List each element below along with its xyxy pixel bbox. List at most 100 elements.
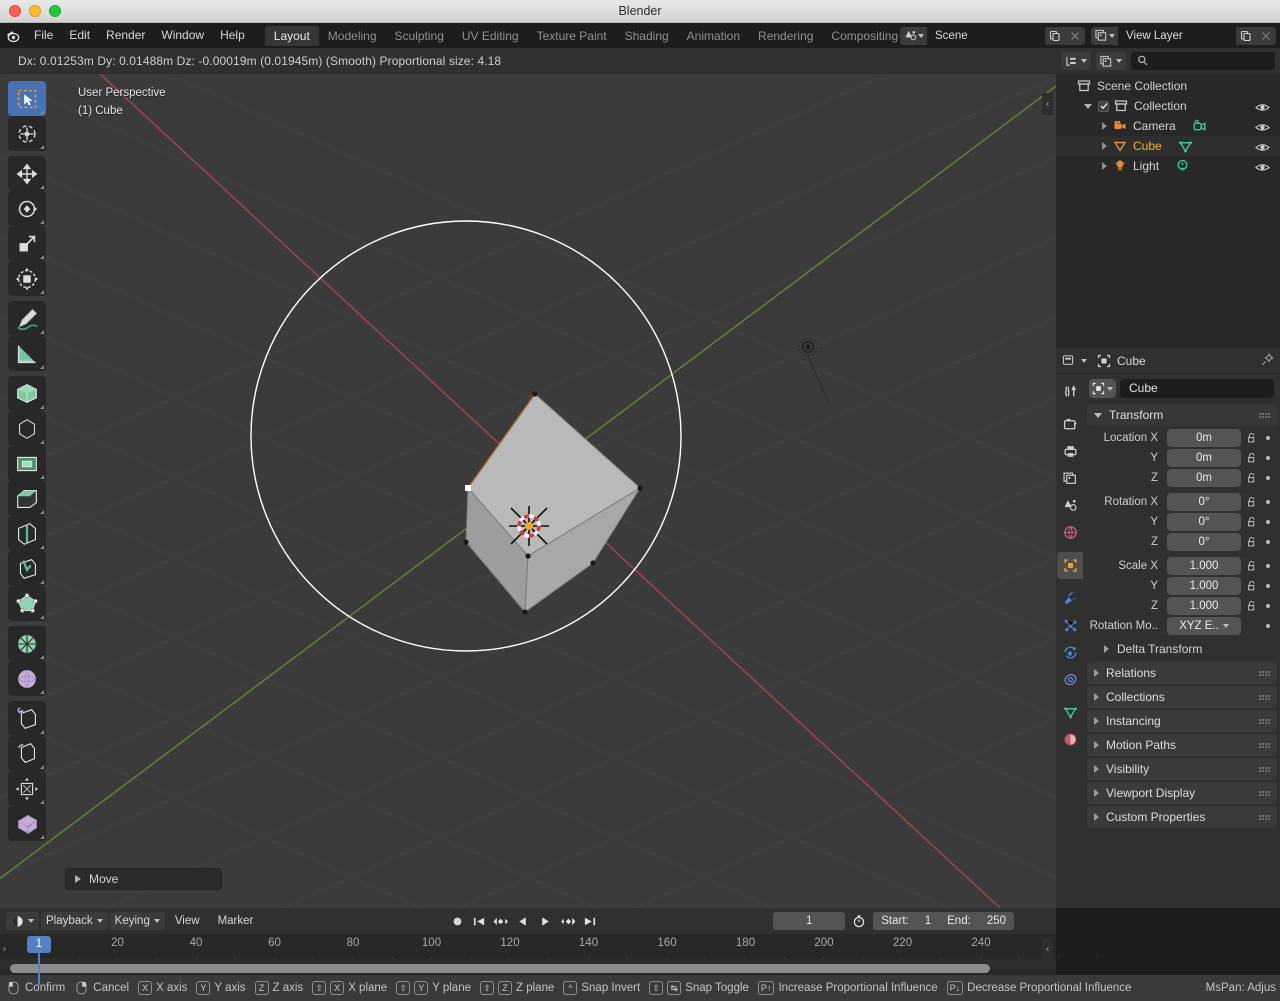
timeline-marker-menu[interactable]: Marker (210, 911, 262, 931)
outliner-data-icon[interactable] (1175, 159, 1190, 174)
menu-window[interactable]: Window (153, 23, 212, 48)
transform-field-value[interactable]: 0m (1167, 468, 1241, 487)
animate-property-dot[interactable] (1262, 539, 1274, 544)
animate-property-dot[interactable] (1262, 603, 1274, 608)
rip-region-tool[interactable] (8, 806, 46, 841)
workspace-tab-texture-paint[interactable]: Texture Paint (528, 26, 616, 46)
poly-build-tool[interactable] (8, 586, 46, 621)
smooth-tool[interactable] (8, 661, 46, 696)
animate-property-dot[interactable] (1262, 519, 1274, 524)
menu-edit[interactable]: Edit (61, 23, 98, 48)
annotate-tool[interactable] (8, 301, 46, 336)
collection-visibility-checkbox[interactable] (1098, 100, 1109, 112)
knife-tool[interactable] (8, 551, 46, 586)
new-view-layer-button[interactable] (1236, 26, 1256, 45)
jump-to-next-keyframe-button[interactable] (556, 912, 578, 930)
end-frame-value[interactable]: 250 (979, 912, 1014, 930)
lock-property-toggle[interactable] (1245, 580, 1258, 592)
inset-faces-tool[interactable] (8, 446, 46, 481)
transform-field-value[interactable]: 1.000 (1167, 596, 1241, 615)
scene-name[interactable]: Scene (927, 26, 1045, 45)
frame-range-fields[interactable]: Start: 1 End: 250 (873, 912, 1014, 930)
workspace-tab-layout[interactable]: Layout (264, 25, 319, 46)
keying-menu[interactable]: Keying (109, 912, 165, 930)
workspace-tab-sculpting[interactable]: Sculpting (386, 26, 453, 46)
disclosure-triangle-closed-icon[interactable] (1102, 122, 1107, 130)
object-browse-dropdown[interactable] (1089, 379, 1116, 398)
properties-scene-tab[interactable] (1057, 492, 1083, 519)
add-cube-tool[interactable] (8, 376, 46, 411)
extrude-region-tool[interactable] (8, 411, 46, 446)
panel-header-relations[interactable]: Relations (1087, 662, 1277, 684)
timeline-editor-type-dropdown[interactable] (6, 912, 39, 930)
outliner-row-collection[interactable]: Collection (1056, 96, 1280, 116)
panel-header-instancing[interactable]: Instancing (1087, 710, 1277, 732)
timeline-view-menu[interactable]: View (167, 911, 208, 931)
properties-physics-tab[interactable] (1057, 639, 1083, 666)
lock-property-toggle[interactable] (1245, 496, 1258, 508)
properties-modifiers-tab[interactable] (1057, 585, 1083, 612)
animate-property-dot[interactable] (1262, 563, 1274, 568)
properties-view-layer-tab[interactable] (1057, 465, 1083, 492)
shrink-fatten-tool[interactable] (8, 736, 46, 771)
operator-redo-panel[interactable]: Move (65, 868, 222, 890)
shear-tool[interactable] (8, 771, 46, 806)
current-frame-field[interactable]: 1 (773, 912, 846, 930)
play-reverse-button[interactable] (512, 912, 534, 930)
animate-property-dot[interactable] (1262, 623, 1274, 628)
workspace-tab-modeling[interactable]: Modeling (319, 26, 386, 46)
move-tool[interactable] (8, 156, 46, 191)
spin-tool[interactable] (8, 626, 46, 661)
panel-header-visibility[interactable]: Visibility (1087, 758, 1277, 780)
rotate-tool[interactable] (8, 191, 46, 226)
outliner-search-input[interactable] (1131, 52, 1275, 70)
properties-world-tab[interactable] (1057, 519, 1083, 546)
properties-render-tab[interactable] (1057, 411, 1083, 438)
lock-property-toggle[interactable] (1245, 536, 1258, 548)
properties-object-tab[interactable] (1057, 552, 1083, 579)
properties-editor-icon[interactable] (1062, 354, 1075, 367)
workspace-tab-uv-editing[interactable]: UV Editing (453, 26, 528, 46)
tweak-select-tool[interactable] (8, 81, 46, 116)
menu-render[interactable]: Render (98, 23, 153, 48)
properties-constraints-tab[interactable] (1057, 666, 1083, 693)
lock-property-toggle[interactable] (1245, 560, 1258, 572)
delete-view-layer-button[interactable] (1256, 26, 1276, 45)
disclosure-triangle-closed-icon[interactable] (1102, 142, 1107, 150)
viewport-3d[interactable]: Dx: 0.01253m Dy: 0.01488m Dz: -0.00019m … (0, 48, 1056, 908)
transform-field-value[interactable]: 1.000 (1167, 556, 1241, 575)
hide-in-viewport-toggle[interactable] (1255, 159, 1270, 178)
disclosure-triangle-open-icon[interactable] (1084, 103, 1092, 109)
lock-property-toggle[interactable] (1245, 600, 1258, 612)
properties-data-tab[interactable] (1057, 699, 1083, 726)
animate-property-dot[interactable] (1262, 435, 1274, 440)
viewport-sidebar-toggle[interactable]: ‹ (1042, 93, 1053, 115)
transform-tool[interactable] (8, 261, 46, 296)
transform-field-value[interactable]: 1.000 (1167, 576, 1241, 595)
outliner-data-icon[interactable] (1192, 119, 1207, 134)
transform-field-value[interactable]: 0m (1167, 428, 1241, 447)
panel-header-motion-paths[interactable]: Motion Paths (1087, 734, 1277, 756)
edge-slide-tool[interactable] (8, 701, 46, 736)
transform-panel-header[interactable]: Transform (1087, 404, 1277, 426)
playback-menu[interactable]: Playback (41, 912, 108, 930)
delta-transform-subpanel[interactable]: Delta Transform (1087, 638, 1277, 660)
pin-icon[interactable] (1261, 351, 1274, 370)
properties-tool-tab[interactable] (1057, 378, 1083, 405)
view-layer-name[interactable]: View Layer (1118, 26, 1236, 45)
panel-header-custom-properties[interactable]: Custom Properties (1087, 806, 1277, 828)
lock-property-toggle[interactable] (1245, 472, 1258, 484)
animate-property-dot[interactable] (1262, 475, 1274, 480)
record-button[interactable] (446, 912, 468, 930)
rotation-mode-dropdown[interactable]: XYZ E.. (1167, 616, 1241, 635)
workspace-tab-shading[interactable]: Shading (616, 26, 678, 46)
blender-logo-icon[interactable] (0, 23, 26, 48)
play-button[interactable] (534, 912, 556, 930)
panel-header-collections[interactable]: Collections (1087, 686, 1277, 708)
use-preview-range-button[interactable] (848, 912, 870, 930)
transform-field-value[interactable]: 0° (1167, 512, 1241, 531)
workspace-tab-animation[interactable]: Animation (678, 26, 749, 46)
disclosure-triangle-closed-icon[interactable] (1102, 162, 1107, 170)
scene-selector[interactable]: Scene (900, 26, 1085, 45)
outliner-data-icon[interactable] (1178, 139, 1193, 154)
